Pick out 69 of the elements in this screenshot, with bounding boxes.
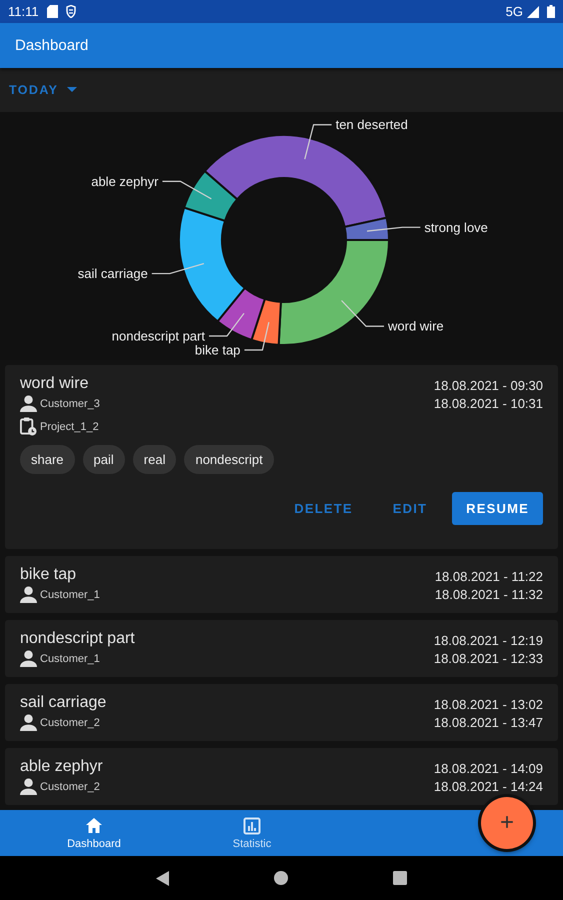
end-time: 18.08.2021 - 10:31	[434, 396, 543, 411]
leader-line	[209, 312, 244, 337]
leader-line	[152, 262, 204, 274]
start-time: 18.08.2021 - 09:30	[434, 378, 543, 393]
tag-chip: pail	[82, 445, 125, 474]
caret-icon	[67, 87, 78, 93]
app-title: Dashboard	[15, 37, 88, 54]
end-time: 18.08.2021 - 11:32	[434, 587, 543, 602]
home-button-icon[interactable]	[274, 871, 288, 885]
person-icon	[20, 650, 37, 667]
signal-icon	[527, 6, 539, 18]
leader-line	[304, 124, 332, 160]
start-time: 18.08.2021 - 14:09	[434, 761, 543, 776]
customer-name: Customer_3	[40, 398, 100, 410]
network-type: 5G	[506, 4, 523, 19]
chart-label: ten deserted	[336, 117, 408, 132]
person-icon	[20, 778, 37, 795]
entry-title: bike tap	[20, 566, 78, 584]
text-button[interactable]: EDIT	[378, 492, 442, 525]
customer-name: Customer_1	[40, 652, 100, 664]
end-time: 18.08.2021 - 14:24	[434, 779, 543, 794]
period-dropdown[interactable]: TODAY	[9, 79, 78, 101]
person-icon	[20, 586, 37, 603]
entry-card[interactable]: sail carriage Customer_2 18.08.2021 - 13:02 18.08.2021 - 13:47	[5, 684, 558, 741]
customer-name: Customer_1	[40, 588, 100, 600]
start-time: 18.08.2021 - 11:22	[434, 569, 543, 584]
leader-line	[341, 300, 384, 327]
chart-label: nondescript part	[112, 328, 205, 344]
add-button[interactable]: +	[481, 797, 533, 849]
clock: 11:11	[8, 4, 39, 19]
entry-title: sail carriage	[20, 694, 106, 712]
leader-line	[244, 322, 270, 351]
shield-icon	[66, 5, 76, 18]
chart-label: able zephyr	[91, 174, 158, 189]
start-time: 18.08.2021 - 12:19	[434, 633, 543, 648]
customer-name: Customer_2	[40, 780, 100, 792]
battery-icon	[547, 5, 555, 18]
end-time: 18.08.2021 - 13:47	[434, 715, 543, 730]
home-icon	[85, 816, 103, 834]
nav-tab[interactable]: Statistic	[188, 810, 316, 856]
chart-label: strong love	[424, 220, 488, 235]
clipboard-icon	[20, 417, 37, 436]
text-button[interactable]: DELETE	[279, 492, 368, 525]
chart-label: bike tap	[194, 342, 240, 358]
person-icon	[20, 714, 37, 731]
project-name: Project_1_2	[40, 420, 99, 432]
tag-chip: real	[132, 445, 176, 474]
start-time: 18.08.2021 - 13:02	[434, 697, 543, 712]
entry-card[interactable]: able zephyr Customer_2 18.08.2021 - 14:09 18.08.2021 - 14:24	[5, 748, 558, 805]
chart-icon	[243, 816, 261, 834]
end-time: 18.08.2021 - 12:33	[434, 651, 543, 666]
customer-name: Customer_2	[40, 716, 100, 728]
person-icon	[20, 395, 37, 412]
back-icon[interactable]	[156, 870, 169, 886]
sd-card-icon	[46, 5, 58, 18]
tag-chip: nondescript	[184, 445, 274, 474]
entry-title: nondescript part	[20, 630, 135, 648]
chart-label: sail carriage	[78, 266, 148, 282]
entry-card[interactable]: word wire Customer_3 Project_1_2 18.08.2021 - 09:30 18.08.2021 - 10:31 share pail real nondescript DELETE EDIT RESUME	[5, 365, 558, 549]
chart-label: word wire	[388, 318, 444, 334]
entry-title: able zephyr	[20, 758, 103, 776]
primary-button[interactable]: RESUME	[452, 492, 543, 525]
entry-card[interactable]: nondescript part Customer_1 18.08.2021 - 12:19 18.08.2021 - 12:33	[5, 620, 558, 677]
entry-title: word wire	[20, 375, 90, 393]
nav-tab[interactable]: Dashboard	[0, 810, 188, 856]
tag-chip: share	[20, 445, 75, 474]
leader-line	[162, 180, 212, 200]
entry-card[interactable]: bike tap Customer_1 18.08.2021 - 11:22 18.08.2021 - 11:32	[5, 556, 558, 613]
leader-line	[366, 226, 420, 232]
